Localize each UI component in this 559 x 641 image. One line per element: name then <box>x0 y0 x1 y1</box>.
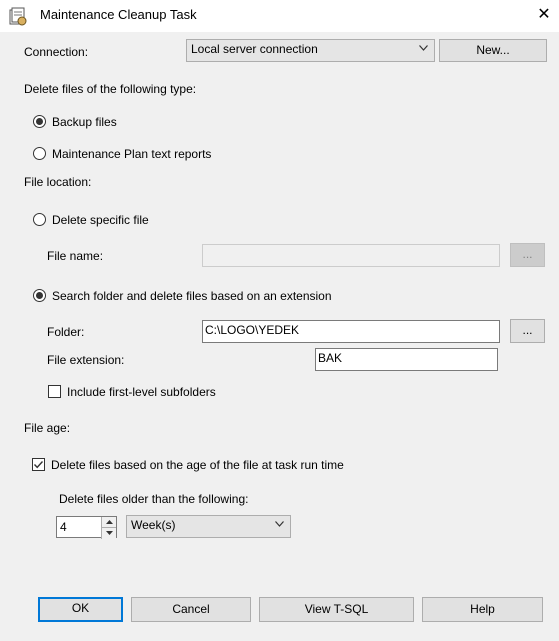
maintenance-reports-label: Maintenance Plan text reports <box>52 147 212 161</box>
age-unit-dropdown[interactable]: Week(s) <box>126 515 291 538</box>
older-than-label: Delete files older than the following: <box>59 492 249 506</box>
view-tsql-button[interactable]: View T-SQL <box>259 597 414 622</box>
cancel-button[interactable]: Cancel <box>131 597 251 622</box>
delete-by-age-checkbox[interactable] <box>32 458 45 471</box>
ok-button[interactable]: OK <box>38 597 123 622</box>
include-subfolders-checkbox[interactable] <box>48 385 61 398</box>
task-icon <box>9 7 27 26</box>
chevron-down-icon <box>419 45 428 51</box>
connection-selected: Local server connection <box>191 42 318 56</box>
folder-browse-button[interactable]: ... <box>510 319 545 343</box>
age-unit-selected: Week(s) <box>131 518 176 532</box>
delete-specific-file-radio[interactable] <box>33 213 46 226</box>
help-button[interactable]: Help <box>422 597 543 622</box>
file-location-heading: File location: <box>24 175 92 189</box>
search-folder-radio[interactable] <box>33 289 46 302</box>
file-type-heading: Delete files of the following type: <box>24 82 197 96</box>
arrow-up-icon <box>106 520 113 524</box>
file-name-label: File name: <box>47 249 104 263</box>
connection-dropdown[interactable]: Local server connection <box>186 39 435 62</box>
close-icon[interactable]: ✕ <box>532 4 556 26</box>
checkmark-icon <box>33 461 44 469</box>
file-extension-input[interactable]: BAK <box>315 348 498 371</box>
folder-label: Folder: <box>47 325 85 339</box>
include-subfolders-label: Include first-level subfolders <box>67 385 216 399</box>
chevron-down-icon <box>275 521 284 527</box>
connection-label: Connection: <box>24 45 89 59</box>
delete-specific-file-label: Delete specific file <box>52 213 149 227</box>
search-folder-label: Search folder and delete files based on … <box>52 289 332 303</box>
new-connection-button[interactable]: New... <box>439 39 547 62</box>
maintenance-reports-radio[interactable] <box>33 147 46 160</box>
spin-up-button[interactable] <box>101 517 116 528</box>
file-age-heading: File age: <box>24 421 71 435</box>
age-amount-value: 4 <box>60 520 67 534</box>
age-amount-stepper[interactable]: 4 <box>56 516 117 539</box>
backup-files-radio[interactable] <box>33 115 46 128</box>
arrow-down-icon <box>106 531 113 535</box>
spin-down-button[interactable] <box>101 528 116 539</box>
folder-input[interactable]: C:\LOGO\YEDEK <box>202 320 500 343</box>
file-extension-label: File extension: <box>47 353 125 367</box>
window-title: Maintenance Cleanup Task <box>40 7 197 22</box>
backup-files-label: Backup files <box>52 115 117 129</box>
file-name-browse-button[interactable]: ... <box>510 243 545 267</box>
file-name-input[interactable] <box>202 244 500 267</box>
delete-by-age-label: Delete files based on the age of the fil… <box>51 458 344 472</box>
